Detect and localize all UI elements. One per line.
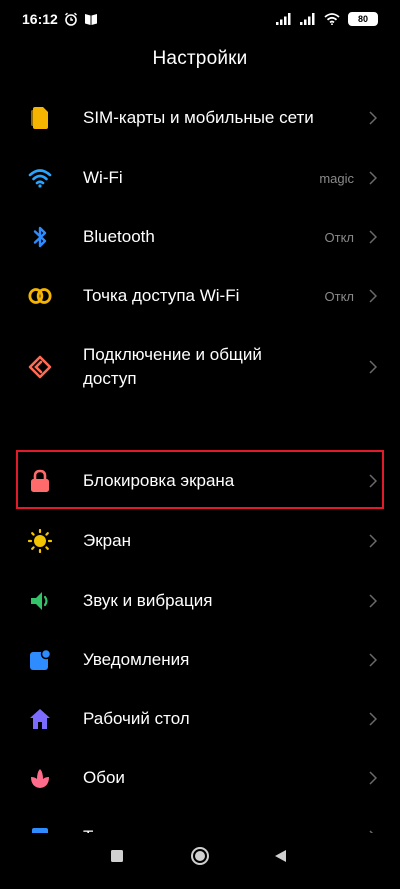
settings-item-notifications[interactable]: Уведомления [0, 648, 400, 672]
home-button[interactable] [190, 846, 210, 866]
settings-item-label: SIM-карты и мобильные сети [83, 108, 314, 127]
settings-item-value: Откл [324, 229, 355, 245]
settings-item-value: magic [319, 170, 354, 186]
settings-item-label: Обои [83, 768, 125, 787]
connection-sharing-icon [28, 355, 52, 379]
settings-item-wifi[interactable]: Wi-Fi magic [0, 166, 400, 190]
settings-item-bluetooth[interactable]: Bluetooth Откл [0, 225, 400, 249]
navigation-bar [0, 833, 400, 889]
settings-item-sound[interactable]: Звук и вибрация [0, 589, 400, 613]
page-title: Настройки [152, 48, 248, 69]
status-time: 16:12 [22, 11, 58, 27]
back-button[interactable] [273, 849, 287, 863]
settings-item-label: Bluetooth [83, 227, 155, 246]
hotspot-icon [28, 284, 52, 308]
notification-icon [28, 648, 52, 672]
chevron-right-icon [368, 593, 378, 609]
settings-item-sim[interactable]: SIM-карты и мобильные сети [0, 106, 400, 130]
speaker-icon [28, 589, 52, 613]
sun-icon [28, 529, 52, 553]
settings-item-wallpaper[interactable]: Обои [0, 766, 400, 790]
status-bar: 16:12 80 [0, 0, 400, 38]
settings-item-label-line1: Подключение и общий [83, 345, 262, 364]
settings-item-label: Экран [83, 531, 131, 550]
settings-item-label: Звук и вибрация [83, 591, 213, 610]
bluetooth-icon [28, 225, 52, 249]
settings-item-label-line2: доступ [83, 369, 137, 388]
chevron-right-icon [368, 229, 378, 245]
chevron-right-icon [368, 110, 378, 126]
signal-icon [276, 13, 292, 25]
settings-item-home-screen[interactable]: Рабочий стол [0, 707, 400, 731]
sim-card-icon [28, 106, 52, 130]
signal-icon [300, 13, 316, 25]
wifi-icon [28, 166, 52, 190]
chevron-right-icon [368, 170, 378, 186]
alarm-icon [64, 12, 78, 26]
settings-item-hotspot[interactable]: Точка доступа Wi-Fi Откл [0, 284, 400, 308]
settings-item-display[interactable]: Экран [0, 529, 400, 553]
battery-indicator: 80 [348, 12, 378, 26]
chevron-right-icon [368, 288, 378, 304]
settings-item-connection-sharing[interactable]: Подключение и общий доступ [0, 343, 400, 391]
settings-item-label: Wi-Fi [83, 168, 123, 187]
chevron-right-icon [368, 533, 378, 549]
flower-icon [28, 766, 52, 790]
highlight-box [16, 450, 384, 509]
settings-item-label: Рабочий стол [83, 709, 190, 728]
home-icon [28, 707, 52, 731]
chevron-right-icon [368, 652, 378, 668]
settings-item-label: Уведомления [83, 650, 190, 669]
settings-item-label: Точка доступа Wi-Fi [83, 286, 240, 305]
settings-screen: 16:12 80 Настройки SIM-карты и мобильные… [0, 0, 400, 889]
recents-button[interactable] [110, 849, 124, 863]
chevron-right-icon [368, 770, 378, 786]
chevron-right-icon [368, 711, 378, 727]
settings-item-value: Откл [324, 288, 355, 304]
chevron-right-icon [368, 359, 378, 375]
wifi-icon [324, 13, 340, 25]
book-icon [84, 12, 98, 26]
